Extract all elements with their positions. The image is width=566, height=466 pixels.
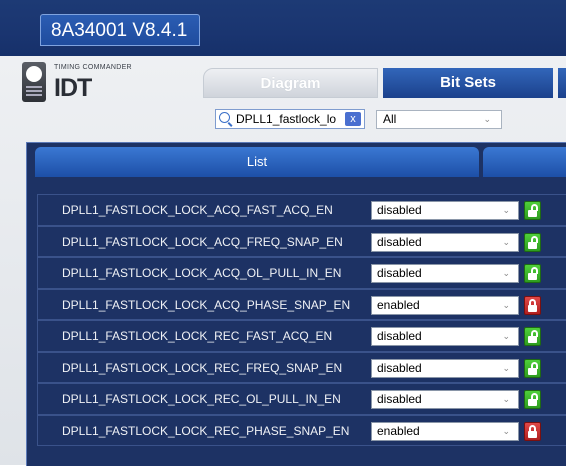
row-label: DPLL1_FASTLOCK_LOCK_ACQ_FREQ_SNAP_EN: [62, 234, 343, 249]
row-value-select[interactable]: disabled ⌄: [371, 201, 519, 220]
title-bar: 8A34001 V8.4.1: [0, 0, 566, 56]
row-value: enabled: [377, 297, 420, 312]
chevron-down-icon: ⌄: [483, 114, 491, 124]
lock-icon[interactable]: [524, 421, 541, 441]
tab-list[interactable]: List: [35, 147, 479, 177]
app-body: TIMING COMMANDER IDT Diagram Bit Sets DP…: [0, 56, 566, 466]
filter-select[interactable]: All ⌄: [376, 110, 502, 129]
table-row: DPLL1_FASTLOCK_LOCK_REC_FAST_ACQ_EN disa…: [37, 320, 566, 352]
row-value-select[interactable]: disabled ⌄: [371, 390, 519, 409]
chevron-down-icon: ⌄: [502, 425, 510, 436]
timing-commander-icon: [22, 62, 46, 102]
logo-main-text: IDT: [54, 74, 92, 102]
row-value-select[interactable]: disabled ⌄: [371, 358, 519, 378]
row-label: DPLL1_FASTLOCK_LOCK_ACQ_OL_PULL_IN_EN: [62, 266, 342, 280]
row-label: DPLL1_FASTLOCK_LOCK_REC_PHASE_SNAP_EN: [62, 423, 350, 438]
tab-overflow[interactable]: [558, 68, 566, 98]
row-value: disabled: [377, 203, 422, 217]
table-row: DPLL1_FASTLOCK_LOCK_ACQ_FAST_ACQ_EN disa…: [37, 194, 566, 226]
list-panel: List DPLL1_FASTLOCK_LOCK_ACQ_FAST_ACQ_EN…: [26, 142, 566, 466]
tab-diagram[interactable]: Diagram: [203, 68, 378, 98]
row-value: disabled: [377, 329, 422, 343]
logo: TIMING COMMANDER IDT: [22, 62, 142, 110]
row-value-select[interactable]: disabled ⌄: [371, 232, 519, 252]
unlock-icon[interactable]: [524, 358, 541, 378]
window-title: 8A34001 V8.4.1: [40, 14, 200, 46]
row-value: enabled: [377, 423, 420, 438]
clear-search-button[interactable]: x: [345, 112, 361, 126]
row-value: disabled: [377, 392, 422, 406]
row-value-select[interactable]: disabled ⌄: [371, 327, 519, 346]
search-icon: [219, 112, 230, 123]
search-value: DPLL1_fastlock_lo: [236, 112, 337, 126]
lock-icon[interactable]: [524, 295, 541, 315]
table-row: DPLL1_FASTLOCK_LOCK_REC_FREQ_SNAP_EN dis…: [37, 351, 566, 383]
table-row: DPLL1_FASTLOCK_LOCK_ACQ_FREQ_SNAP_EN dis…: [37, 225, 566, 257]
row-label: DPLL1_FASTLOCK_LOCK_REC_OL_PULL_IN_EN: [62, 392, 341, 406]
unlock-icon[interactable]: [524, 201, 541, 220]
row-value-select[interactable]: enabled ⌄: [371, 421, 519, 441]
row-value: disabled: [377, 234, 422, 249]
chevron-down-icon: ⌄: [502, 362, 510, 373]
table-row: DPLL1_FASTLOCK_LOCK_REC_PHASE_SNAP_EN en…: [37, 414, 566, 446]
chevron-down-icon: ⌄: [502, 331, 510, 341]
chevron-down-icon: ⌄: [502, 236, 510, 247]
table-row: DPLL1_FASTLOCK_LOCK_ACQ_OL_PULL_IN_EN di…: [37, 257, 566, 289]
chevron-down-icon: ⌄: [502, 205, 510, 215]
filter-selected-value: All: [383, 112, 397, 126]
row-label: DPLL1_FASTLOCK_LOCK_REC_FAST_ACQ_EN: [62, 329, 333, 343]
chevron-down-icon: ⌄: [502, 268, 510, 278]
unlock-icon[interactable]: [524, 232, 541, 252]
row-label: DPLL1_FASTLOCK_LOCK_ACQ_PHASE_SNAP_EN: [62, 297, 351, 312]
unlock-icon[interactable]: [524, 390, 541, 409]
search-input[interactable]: DPLL1_fastlock_lo x: [215, 109, 365, 129]
row-label: DPLL1_FASTLOCK_LOCK_ACQ_FAST_ACQ_EN: [62, 203, 333, 217]
unlock-icon[interactable]: [524, 327, 541, 346]
chevron-down-icon: ⌄: [502, 299, 510, 310]
table-row: DPLL1_FASTLOCK_LOCK_REC_OL_PULL_IN_EN di…: [37, 383, 566, 415]
table-row: DPLL1_FASTLOCK_LOCK_ACQ_PHASE_SNAP_EN en…: [37, 288, 566, 320]
row-value: disabled: [377, 360, 422, 375]
chevron-down-icon: ⌄: [502, 394, 510, 404]
row-label: DPLL1_FASTLOCK_LOCK_REC_FREQ_SNAP_EN: [62, 360, 343, 375]
row-value-select[interactable]: disabled ⌄: [371, 264, 519, 283]
row-value-select[interactable]: enabled ⌄: [371, 295, 519, 315]
logo-small-text: TIMING COMMANDER: [54, 64, 132, 71]
tab-bit-sets[interactable]: Bit Sets: [383, 68, 553, 98]
bitset-rows: DPLL1_FASTLOCK_LOCK_ACQ_FAST_ACQ_EN disa…: [37, 194, 566, 446]
tab-secondary[interactable]: [483, 147, 566, 177]
row-value: disabled: [377, 266, 422, 280]
unlock-icon[interactable]: [524, 264, 541, 283]
